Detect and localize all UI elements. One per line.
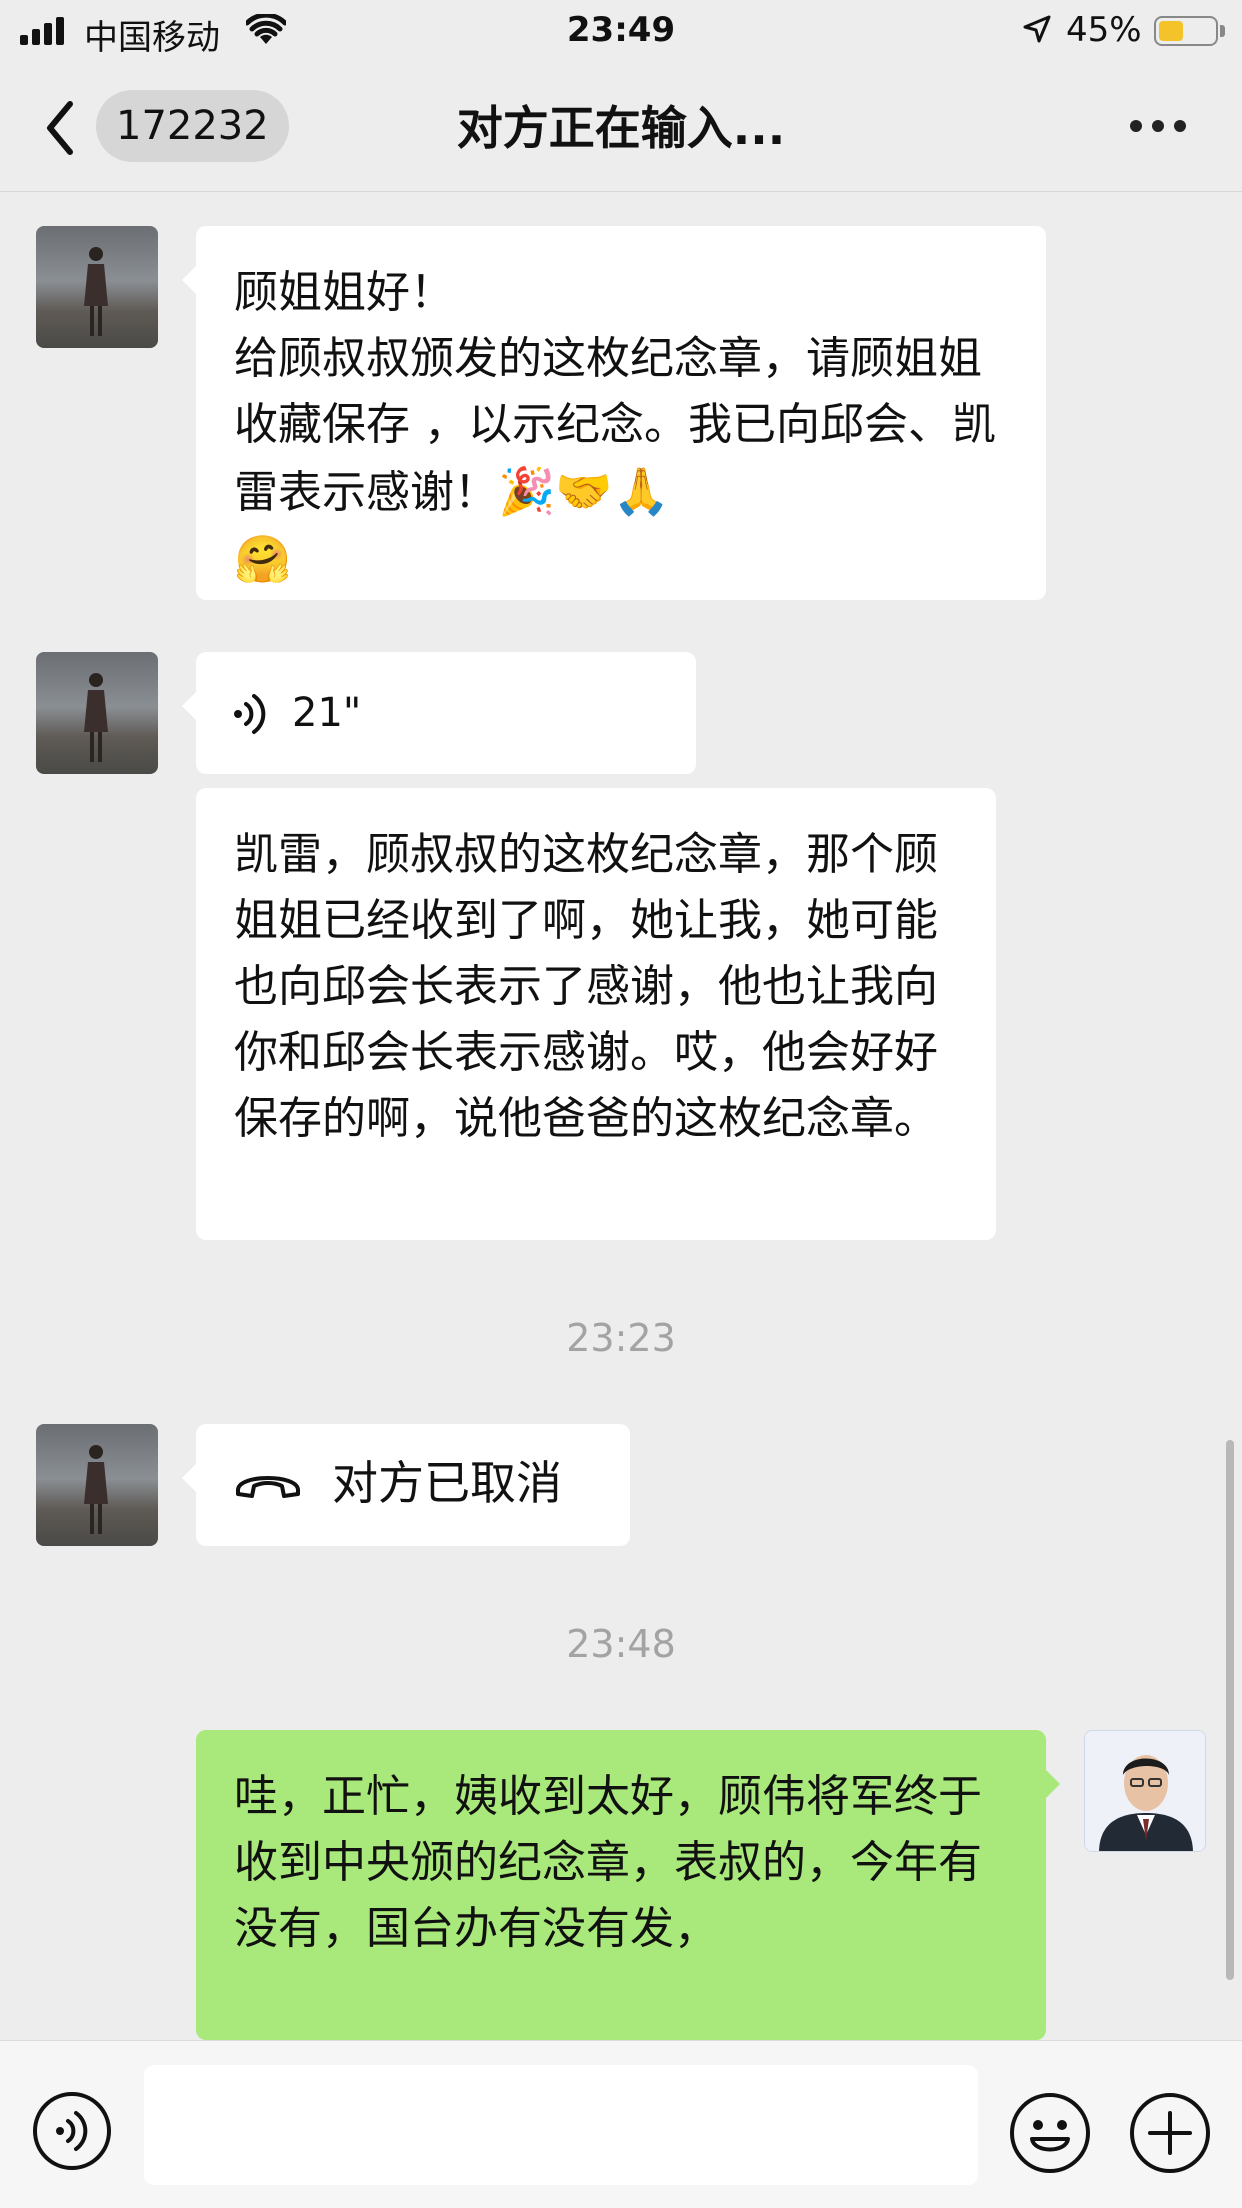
contact-avatar[interactable] <box>36 652 158 774</box>
my-avatar[interactable] <box>1084 1730 1206 1852</box>
message-bubble-received[interactable]: 顾姐姐好！ 给顾叔叔颁发的这枚纪念章，请顾姐姐收藏保存 ，以示纪念。我已向邱会、… <box>182 226 1046 600</box>
person-figure-icon <box>84 673 108 762</box>
message-bubble-received[interactable]: 凯雷，顾叔叔的这枚纪念章，那个顾姐姐已经收到了啊，她让我，她可能也向邱会长表示了… <box>196 788 996 1240</box>
contact-avatar[interactable] <box>36 226 158 348</box>
call-message-bubble[interactable]: 对方已取消 <box>182 1424 630 1546</box>
battery-icon <box>1154 16 1218 46</box>
portrait-photo-icon <box>1085 1731 1205 1851</box>
message-text: 顾姐姐好！ 给顾叔叔颁发的这枚纪念章，请顾姐姐收藏保存 ，以示纪念。我已向邱会、… <box>234 267 996 586</box>
emoji-hug: 🤗 <box>234 532 292 586</box>
phone-hangup-icon <box>236 1476 300 1498</box>
chat-timestamp: 23:48 <box>566 1622 676 1666</box>
call-status-text: 对方已取消 <box>332 1456 562 1510</box>
battery-tip <box>1220 25 1225 37</box>
chat-title: 对方正在输入... <box>456 101 786 155</box>
voice-message-bubble[interactable]: 21" <box>182 652 696 774</box>
emoji-sequence: 🎉🤝🙏 <box>498 464 670 518</box>
contact-avatar[interactable] <box>36 1424 158 1546</box>
emoji-icon[interactable] <box>1008 2091 1092 2175</box>
scrollbar[interactable] <box>1226 1440 1234 1980</box>
voice-input-icon[interactable] <box>32 2091 112 2171</box>
location-icon <box>1023 15 1051 43</box>
person-figure-icon <box>84 247 108 336</box>
message-text: 哇，正忙，姨收到太好，顾伟将军终于收到中央颁的纪念章，表叔的，今年有没有，国台办… <box>234 1771 982 1954</box>
message-bubble-sent[interactable]: 哇，正忙，姨收到太好，顾伟将军终于收到中央颁的纪念章，表叔的，今年有没有，国台办… <box>196 1730 1060 2040</box>
chat-timestamp: 23:23 <box>566 1316 676 1360</box>
message-text: 凯雷，顾叔叔的这枚纪念章，那个顾姐姐已经收到了啊，她让我，她可能也向邱会长表示了… <box>234 829 938 1144</box>
message-input[interactable] <box>144 2065 978 2185</box>
status-bar: 中国移动 23:49 45% <box>0 0 1242 62</box>
voice-wave-icon <box>234 694 266 734</box>
battery-level-fill <box>1159 21 1183 41</box>
person-figure-icon <box>84 1445 108 1534</box>
battery-percent: 45% <box>1066 10 1142 50</box>
plus-icon[interactable] <box>1128 2091 1212 2175</box>
chat-nav-bar: 172232 对方正在输入... <box>0 62 1242 192</box>
voice-duration: 21" <box>292 690 362 736</box>
status-time: 23:49 <box>566 10 676 50</box>
input-bar <box>0 2040 1242 2208</box>
more-dots-icon[interactable] <box>1130 120 1186 134</box>
